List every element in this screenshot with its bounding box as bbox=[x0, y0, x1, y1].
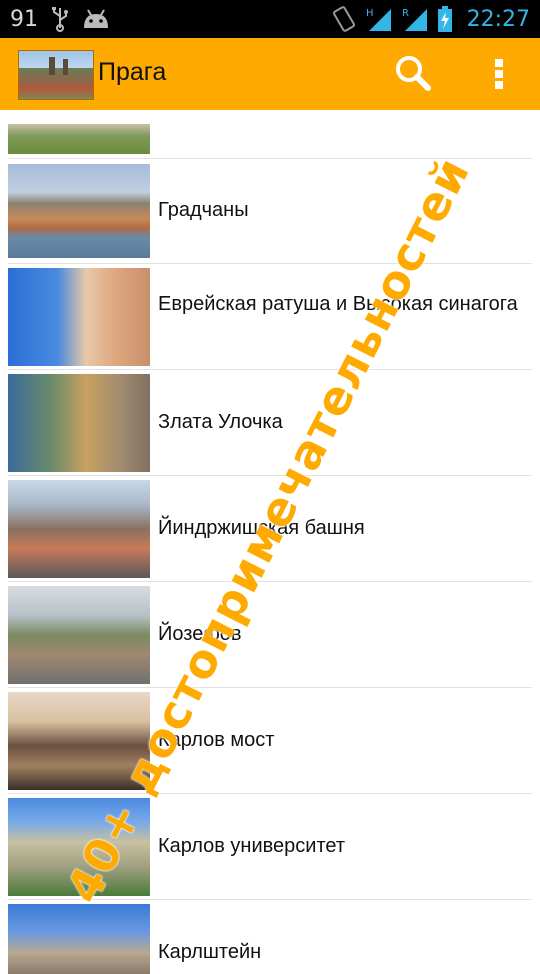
svg-text:H: H bbox=[366, 8, 374, 19]
sight-thumbnail bbox=[8, 904, 150, 974]
android-icon bbox=[82, 8, 110, 30]
rotation-icon bbox=[331, 5, 357, 33]
sight-thumbnail bbox=[8, 124, 150, 154]
signal-h-icon: H bbox=[365, 5, 393, 33]
overflow-menu-icon[interactable] bbox=[486, 54, 512, 94]
battery-charging-icon bbox=[437, 5, 453, 33]
search-icon[interactable] bbox=[392, 54, 436, 94]
usb-icon bbox=[50, 6, 70, 32]
sight-thumbnail bbox=[8, 164, 150, 258]
sight-thumbnail bbox=[8, 586, 150, 684]
sight-thumbnail bbox=[8, 268, 150, 366]
list-item-label: Карлов мост bbox=[158, 729, 275, 751]
clock: 22:27 bbox=[466, 6, 530, 32]
list-item[interactable]: Йозефов bbox=[8, 582, 532, 688]
notification-count: 91 bbox=[10, 6, 38, 32]
list-item-label: Йозефов bbox=[158, 623, 242, 645]
action-bar: Прага bbox=[0, 38, 540, 110]
signal-r-icon: R bbox=[401, 5, 429, 33]
list-item-label: Йиндржишская башня bbox=[158, 517, 365, 539]
list-item[interactable]: Йиндржишская башня bbox=[8, 476, 532, 582]
list-item-label: Градчаны bbox=[158, 199, 249, 221]
sight-thumbnail bbox=[8, 480, 150, 578]
sight-thumbnail bbox=[8, 374, 150, 472]
status-bar: 91 H R 22:27 bbox=[0, 0, 540, 38]
list-item[interactable]: Карлов мост bbox=[8, 688, 532, 794]
list-item[interactable]: Градчаны bbox=[8, 158, 532, 264]
list-item-label: Карлштейн bbox=[158, 941, 262, 963]
list-item[interactable]: Злата Улочка bbox=[8, 370, 532, 476]
svg-text:R: R bbox=[402, 8, 409, 19]
list-item-label: Злата Улочка bbox=[158, 411, 283, 433]
list-item[interactable]: Еврейская ратуша и Высокая синагога bbox=[8, 264, 532, 370]
list-item[interactable]: Карлов университет bbox=[8, 794, 532, 900]
list-item-label: Еврейская ратуша и Высокая синагога bbox=[158, 293, 518, 315]
list-item[interactable] bbox=[8, 110, 532, 159]
sight-thumbnail bbox=[8, 798, 150, 896]
page-title: Прага bbox=[98, 58, 167, 86]
sight-thumbnail bbox=[8, 692, 150, 790]
app-thumbnail[interactable] bbox=[18, 50, 94, 100]
list-item-label: Карлов университет bbox=[158, 835, 346, 857]
